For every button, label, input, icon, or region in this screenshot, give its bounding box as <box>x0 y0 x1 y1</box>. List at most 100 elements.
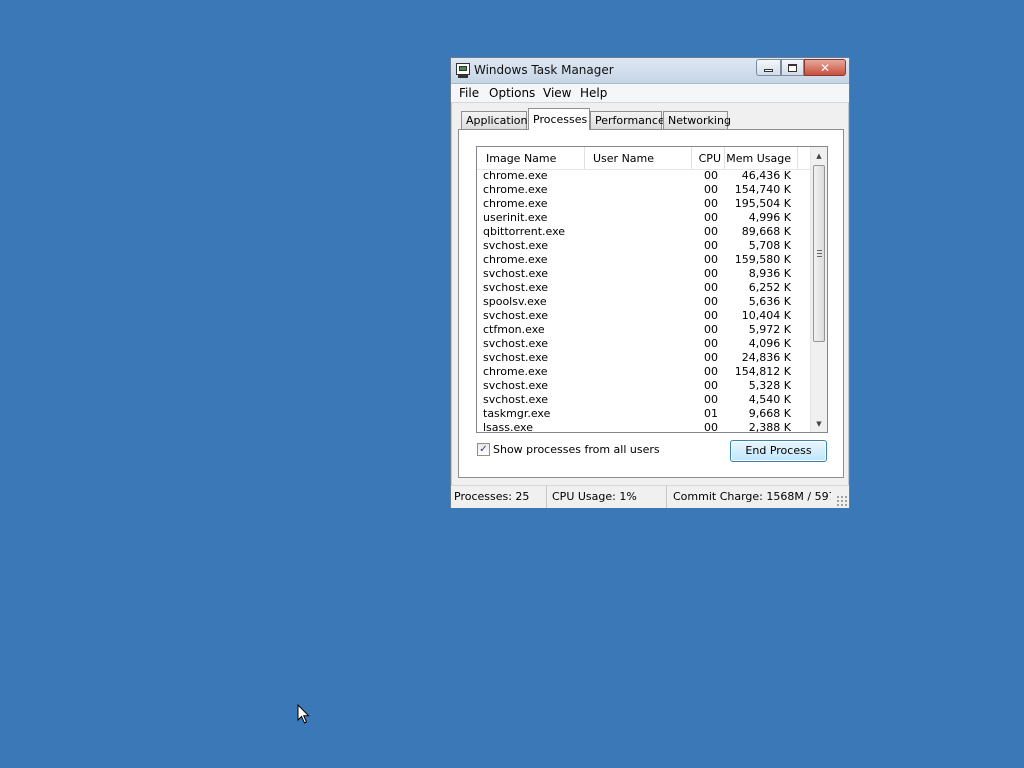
tab-processes[interactable]: Processes <box>528 108 590 130</box>
process-mem-usage: 154,812 K <box>734 365 791 378</box>
process-row[interactable]: chrome.exe 00 154,812 K <box>477 365 811 379</box>
scroll-up-button[interactable]: ▲ <box>811 147 827 164</box>
show-all-users-checkbox[interactable]: ✓ Show processes from all users <box>477 441 660 457</box>
process-row[interactable]: svchost.exe 00 4,096 K <box>477 337 811 351</box>
process-image-name: taskmgr.exe <box>483 407 551 420</box>
process-mem-usage: 5,708 K <box>748 239 791 252</box>
checkbox-check-icon[interactable]: ✓ <box>477 442 490 456</box>
process-cpu: 00 <box>704 253 718 266</box>
column-cpu[interactable]: CPU <box>692 147 725 169</box>
status-bar: Processes: 25 CPU Usage: 1% Commit Charg… <box>451 485 849 508</box>
process-cpu: 00 <box>704 421 718 433</box>
maximize-icon <box>788 63 797 72</box>
minimize-button[interactable] <box>756 59 781 76</box>
process-cpu: 00 <box>704 267 718 280</box>
process-mem-usage: 6,252 K <box>748 281 791 294</box>
process-row[interactable]: svchost.exe 00 10,404 K <box>477 309 811 323</box>
process-cpu: 00 <box>704 225 718 238</box>
process-mem-usage: 5,636 K <box>748 295 791 308</box>
process-mem-usage: 4,096 K <box>748 337 791 350</box>
menu-options[interactable]: Options <box>489 86 535 100</box>
tab-applications[interactable]: Applications <box>461 111 533 129</box>
menu-view[interactable]: View <box>543 86 571 100</box>
process-row[interactable]: svchost.exe 00 4,540 K <box>477 393 811 407</box>
minimize-icon <box>764 69 773 72</box>
process-cpu: 00 <box>704 183 718 196</box>
process-mem-usage: 10,404 K <box>741 309 791 322</box>
process-cpu: 00 <box>704 295 718 308</box>
column-mem-usage[interactable]: Mem Usage <box>725 147 798 169</box>
process-mem-usage: 9,668 K <box>748 407 791 420</box>
process-image-name: svchost.exe <box>483 351 549 364</box>
process-row[interactable]: ctfmon.exe 00 5,972 K <box>477 323 811 337</box>
process-mem-usage: 8,936 K <box>748 267 791 280</box>
process-mem-usage: 5,328 K <box>748 379 791 392</box>
close-icon: ✕ <box>819 60 831 75</box>
process-mem-usage: 195,504 K <box>734 197 791 210</box>
process-cpu: 00 <box>704 365 718 378</box>
process-mem-usage: 159,580 K <box>734 253 791 266</box>
task-manager-window: Windows Task Manager ✕ File Options View… <box>450 57 850 508</box>
end-process-button[interactable]: End Process <box>730 440 827 462</box>
process-row[interactable]: svchost.exe 00 5,708 K <box>477 239 811 253</box>
process-row[interactable]: chrome.exe 00 154,740 K <box>477 183 811 197</box>
process-image-name: chrome.exe <box>483 197 548 210</box>
process-row[interactable]: svchost.exe 00 5,328 K <box>477 379 811 393</box>
vertical-scrollbar[interactable]: ▲ ▼ <box>810 147 827 432</box>
process-image-name: ctfmon.exe <box>483 323 545 336</box>
process-row[interactable]: chrome.exe 00 46,436 K <box>477 169 811 183</box>
scroll-down-button[interactable]: ▼ <box>811 415 827 432</box>
process-cpu: 00 <box>704 169 718 182</box>
status-cpu-usage: CPU Usage: 1% <box>552 486 667 508</box>
process-mem-usage: 5,972 K <box>748 323 791 336</box>
process-list-header: Image Name User Name CPU Mem Usage <box>477 147 811 170</box>
menu-help[interactable]: Help <box>580 86 607 100</box>
process-image-name: spoolsv.exe <box>483 295 547 308</box>
status-processes: Processes: 25 <box>454 486 547 508</box>
desktop: Windows Task Manager ✕ File Options View… <box>0 0 1024 768</box>
process-image-name: svchost.exe <box>483 379 549 392</box>
process-image-name: userinit.exe <box>483 211 548 224</box>
process-image-name: chrome.exe <box>483 253 548 266</box>
maximize-button[interactable] <box>781 59 804 76</box>
task-manager-icon <box>456 63 470 75</box>
column-image-name[interactable]: Image Name <box>477 147 585 169</box>
process-list[interactable]: Image Name User Name CPU Mem Usage chrom… <box>476 146 828 433</box>
close-button[interactable]: ✕ <box>804 59 846 76</box>
process-row[interactable]: svchost.exe 00 24,836 K <box>477 351 811 365</box>
tab-performance[interactable]: Performance <box>590 111 665 129</box>
process-mem-usage: 46,436 K <box>741 169 791 182</box>
process-cpu: 00 <box>704 281 718 294</box>
process-cpu: 00 <box>704 239 718 252</box>
process-cpu: 00 <box>704 351 718 364</box>
process-mem-usage: 4,540 K <box>748 393 791 406</box>
process-cpu: 00 <box>704 197 718 210</box>
process-row[interactable]: taskmgr.exe 01 9,668 K <box>477 407 811 421</box>
process-row[interactable]: chrome.exe 00 159,580 K <box>477 253 811 267</box>
process-row[interactable]: qbittorrent.exe 00 89,668 K <box>477 225 811 239</box>
process-row[interactable]: userinit.exe 00 4,996 K <box>477 211 811 225</box>
process-row[interactable]: chrome.exe 00 195,504 K <box>477 197 811 211</box>
mouse-cursor-icon <box>297 704 310 724</box>
process-cpu: 00 <box>704 211 718 224</box>
process-row[interactable]: lsass.exe 00 2,388 K <box>477 421 811 433</box>
tab-networking[interactable]: Networking <box>663 111 731 129</box>
menu-file[interactable]: File <box>459 86 479 100</box>
process-image-name: svchost.exe <box>483 309 549 322</box>
process-row[interactable]: svchost.exe 00 6,252 K <box>477 281 811 295</box>
resize-grip-icon[interactable] <box>836 495 848 507</box>
window-title: Windows Task Manager <box>474 63 614 77</box>
process-row[interactable]: svchost.exe 00 8,936 K <box>477 267 811 281</box>
process-image-name: svchost.exe <box>483 267 549 280</box>
status-commit-charge: Commit Charge: 1568M / 5973M <box>673 490 831 503</box>
title-bar[interactable]: Windows Task Manager ✕ <box>451 58 849 84</box>
process-image-name: qbittorrent.exe <box>483 225 566 238</box>
process-image-name: svchost.exe <box>483 393 549 406</box>
column-user-name[interactable]: User Name <box>585 147 692 169</box>
process-mem-usage: 24,836 K <box>741 351 791 364</box>
process-image-name: lsass.exe <box>483 421 533 433</box>
process-row[interactable]: spoolsv.exe 00 5,636 K <box>477 295 811 309</box>
scroll-thumb[interactable] <box>813 165 825 342</box>
process-cpu: 00 <box>704 337 718 350</box>
process-image-name: chrome.exe <box>483 183 548 196</box>
